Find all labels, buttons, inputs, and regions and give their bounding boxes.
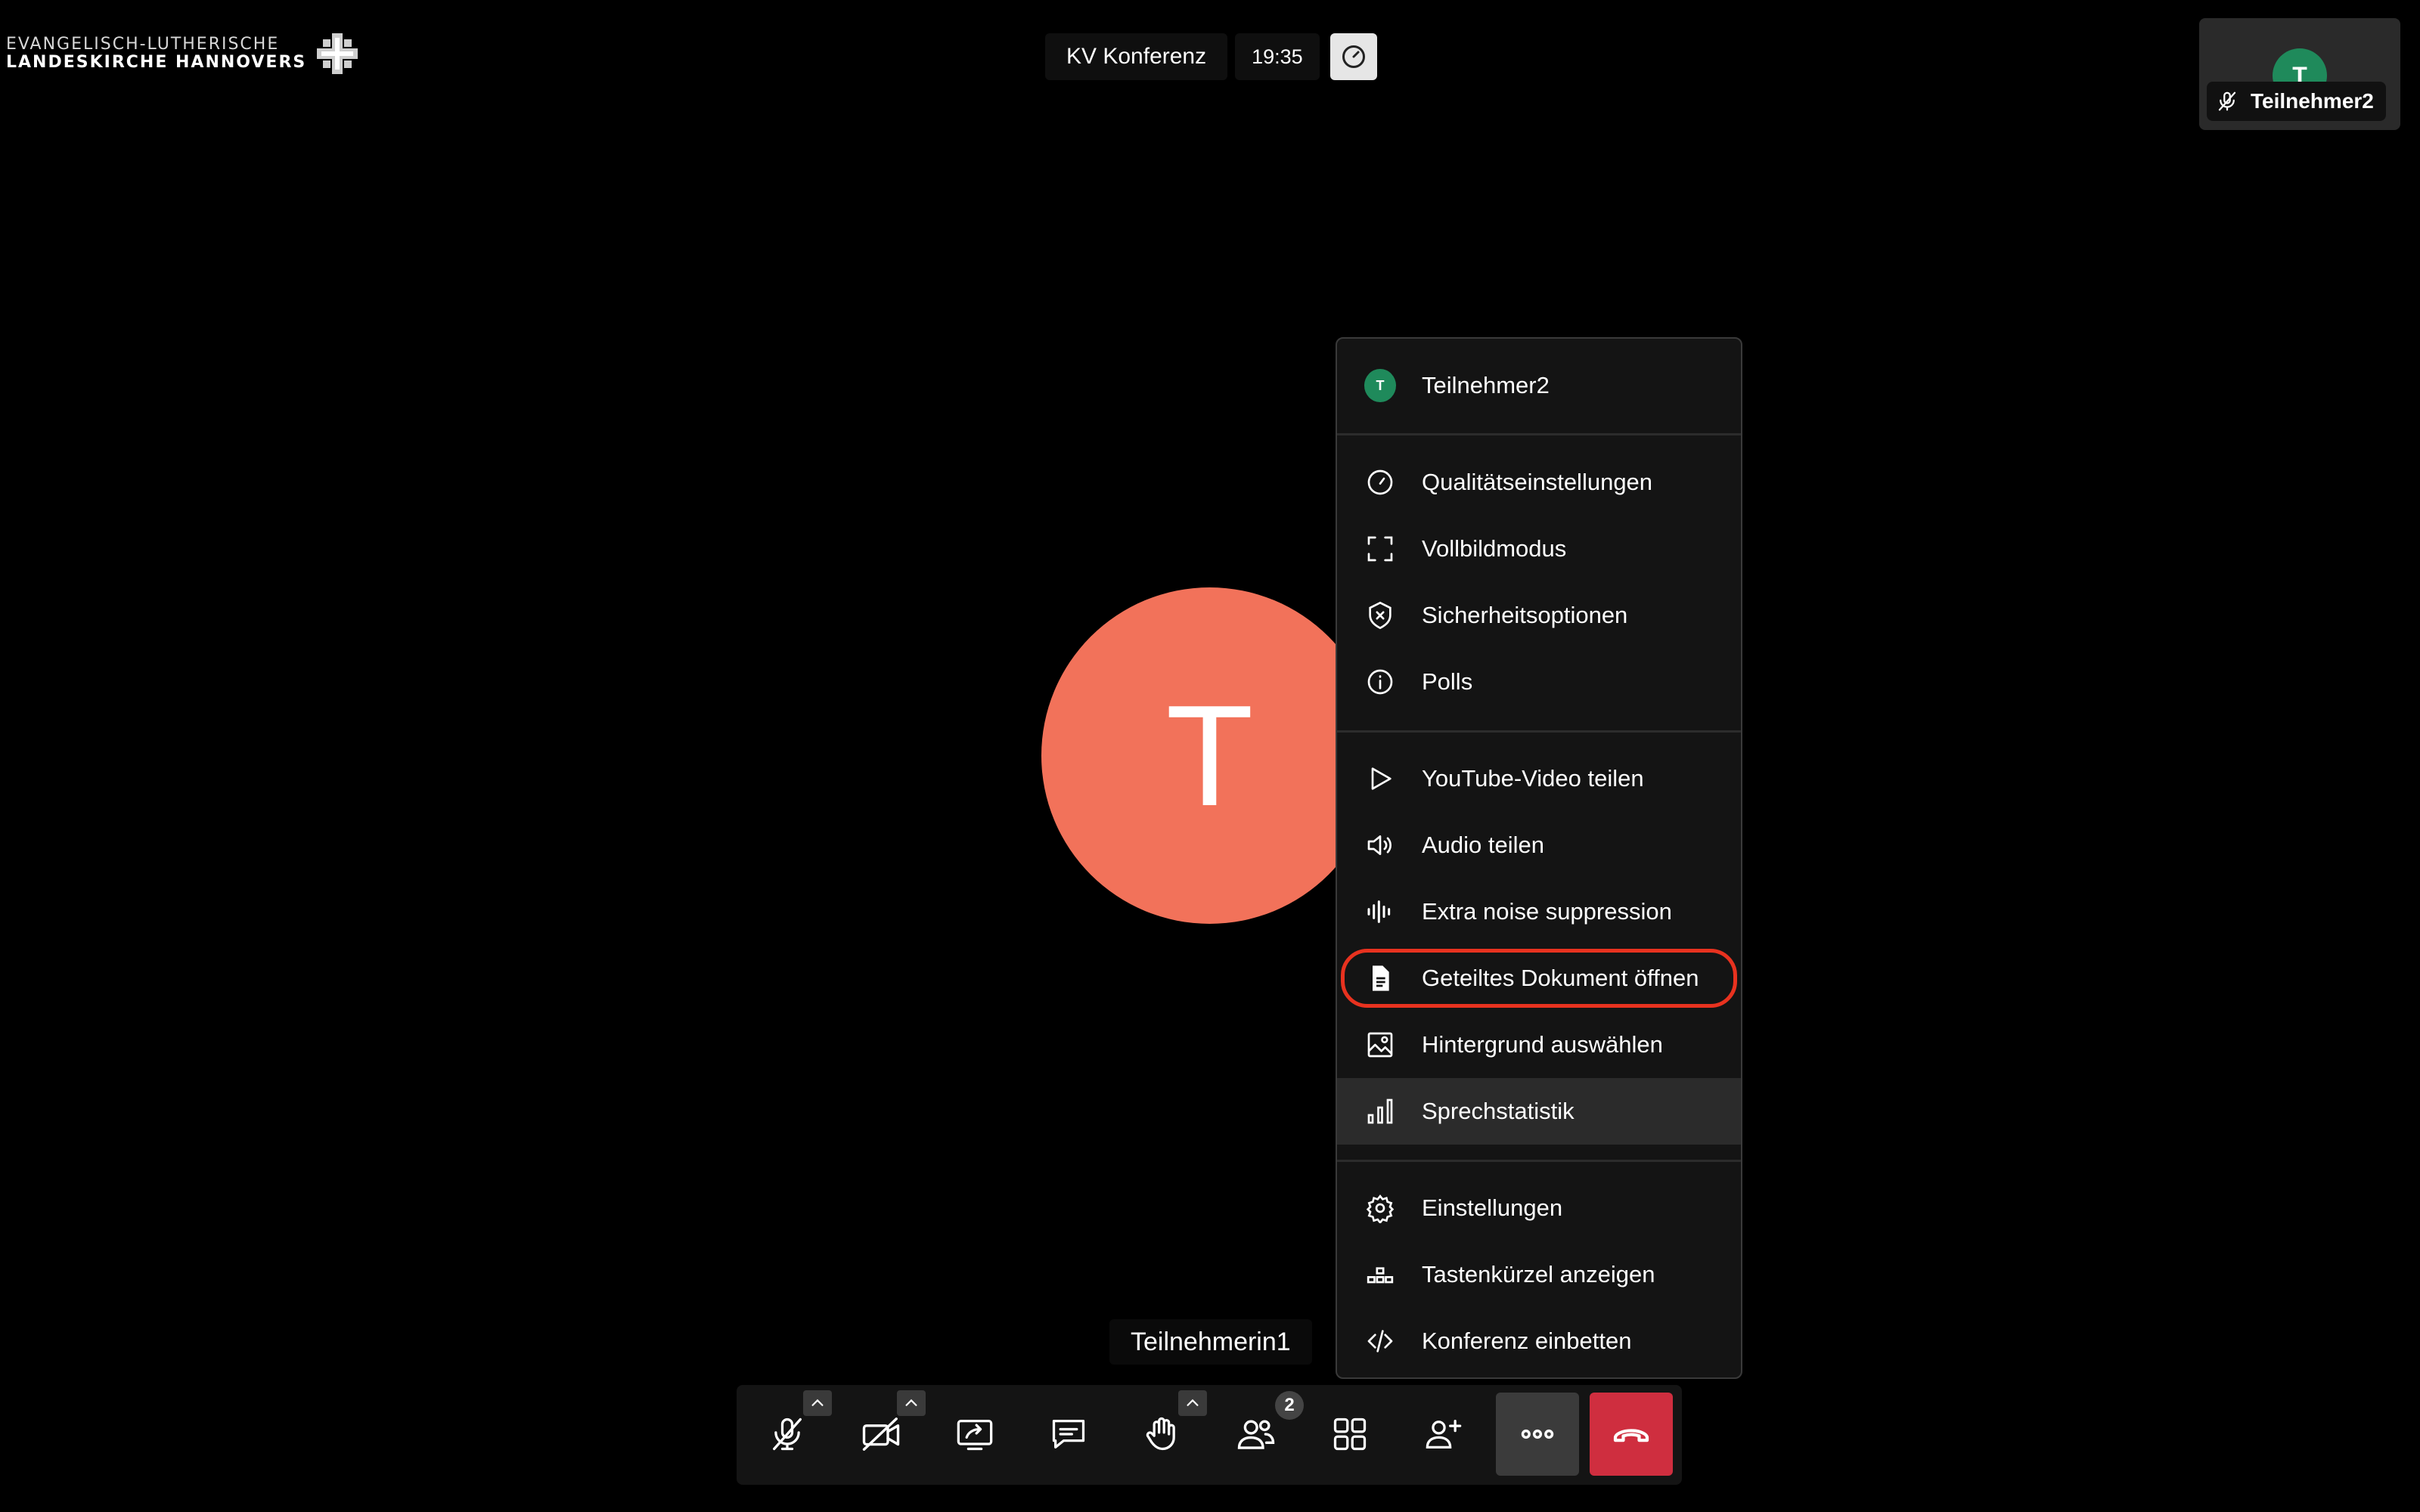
menu-item-open-shared-document[interactable]: Geteiltes Dokument öffnen — [1337, 945, 1741, 1012]
menu-item-label: Sicherheitsoptionen — [1422, 602, 1628, 628]
main-participant-name: Teilnehmerin1 — [1109, 1319, 1312, 1365]
participants-icon — [1237, 1420, 1275, 1449]
menu-item-label: Geteiltes Dokument öffnen — [1422, 965, 1699, 991]
logo-line2: LANDESKIRCHE HANNOVERS — [6, 53, 307, 72]
menu-item-label: YouTube-Video teilen — [1422, 765, 1644, 792]
menu-item-keyboard-shortcuts[interactable]: Tastenkürzel anzeigen — [1337, 1241, 1741, 1308]
chat-icon — [1052, 1420, 1085, 1448]
conference-header: KV Konferenz 19:35 — [1045, 33, 1377, 80]
gear-icon — [1366, 1194, 1395, 1223]
connection-quality-button[interactable] — [1329, 33, 1377, 80]
menu-item-speaker-stats[interactable]: Sprechstatistik — [1337, 1078, 1741, 1145]
shield-icon — [1369, 601, 1392, 630]
menu-item-settings[interactable]: Einstellungen — [1337, 1175, 1741, 1241]
thumbnail-name-label: Teilnehmer2 — [2207, 82, 2386, 121]
chat-button[interactable] — [1027, 1393, 1110, 1476]
tile-view-button[interactable] — [1308, 1393, 1392, 1476]
chevron-up-icon — [811, 1399, 824, 1406]
waveform-icon — [1367, 900, 1391, 923]
menu-item-label: Extra noise suppression — [1422, 898, 1672, 925]
menu-participant-profile[interactable]: T Teilnehmer2 — [1337, 352, 1741, 419]
fullscreen-icon — [1367, 536, 1393, 562]
menu-item-embed-conference[interactable]: Konferenz einbetten — [1337, 1308, 1741, 1374]
hang-up-icon — [1613, 1429, 1649, 1442]
menu-item-label: Tastenkürzel anzeigen — [1422, 1261, 1655, 1287]
mic-muted-icon — [773, 1418, 802, 1451]
conference-toolbar: 2 — [737, 1385, 1682, 1485]
grid-icon — [1333, 1418, 1367, 1451]
audio-options-toggle[interactable] — [803, 1390, 832, 1416]
more-actions-menu: T Teilnehmer2 Qualitätseinstellungen Vol… — [1336, 337, 1742, 1379]
video-options-toggle[interactable] — [897, 1390, 926, 1416]
menu-item-quality-settings[interactable]: Qualitätseinstellungen — [1337, 449, 1741, 516]
menu-item-label: Qualitätseinstellungen — [1422, 469, 1653, 495]
menu-item-noise-suppression[interactable]: Extra noise suppression — [1337, 878, 1741, 945]
menu-item-label: Polls — [1422, 668, 1473, 695]
menu-divider — [1337, 1160, 1741, 1162]
play-icon — [1371, 767, 1392, 790]
chevron-up-icon — [1187, 1399, 1199, 1406]
avatar: T — [1364, 369, 1396, 402]
screen-share-button[interactable] — [933, 1393, 1016, 1476]
add-user-icon — [1426, 1420, 1462, 1448]
participant-thumbnail[interactable]: T Teilnehmer2 — [2199, 18, 2400, 130]
menu-item-select-background[interactable]: Hintergrund auswählen — [1337, 1012, 1741, 1078]
conference-timer: 19:35 — [1235, 33, 1320, 80]
conference-title: KV Konferenz — [1045, 33, 1228, 80]
leave-meeting-button[interactable] — [1590, 1393, 1673, 1476]
hand-icon — [1146, 1417, 1175, 1451]
menu-divider — [1337, 433, 1741, 435]
participants-count-badge: 2 — [1275, 1391, 1304, 1420]
menu-item-label: Hintergrund auswählen — [1422, 1031, 1663, 1058]
logo-line1: EVANGELISCH-LUTHERISCHE — [6, 35, 280, 54]
bar-chart-icon — [1367, 1098, 1393, 1124]
main-participant-avatar: T — [1041, 587, 1378, 924]
reactions-options-toggle[interactable] — [1178, 1390, 1207, 1416]
menu-item-polls[interactable]: Polls — [1337, 649, 1741, 715]
menu-item-security-options[interactable]: Sicherheitsoptionen — [1337, 582, 1741, 649]
gauge-icon — [1342, 45, 1365, 68]
info-icon — [1367, 669, 1393, 695]
screen-share-icon — [957, 1420, 993, 1451]
chevron-up-icon — [905, 1399, 917, 1406]
speaker-icon — [1367, 835, 1392, 855]
gauge-icon — [1367, 469, 1393, 495]
more-dots-icon — [1521, 1429, 1554, 1439]
menu-divider — [1337, 730, 1741, 733]
mic-muted-icon — [2218, 91, 2236, 111]
menu-item-share-youtube[interactable]: YouTube-Video teilen — [1337, 745, 1741, 812]
menu-item-label: Vollbildmodus — [1422, 535, 1567, 562]
image-icon — [1367, 1032, 1393, 1058]
logo-text: EVANGELISCH-LUTHERISCHE LANDESKIRCHE HAN… — [6, 36, 306, 72]
menu-item-label: Konferenz einbetten — [1422, 1328, 1632, 1354]
document-icon — [1373, 965, 1389, 991]
code-icon — [1367, 1330, 1393, 1352]
camera-off-icon — [862, 1418, 900, 1451]
menu-item-label: Sprechstatistik — [1422, 1098, 1575, 1124]
church-logo: EVANGELISCH-LUTHERISCHE LANDESKIRCHE HAN… — [6, 32, 359, 76]
more-actions-button[interactable] — [1496, 1393, 1579, 1476]
menu-item-label: Einstellungen — [1422, 1194, 1563, 1221]
keyboard-icon — [1367, 1267, 1394, 1284]
menu-item-share-audio[interactable]: Audio teilen — [1337, 812, 1741, 878]
invite-people-button[interactable] — [1402, 1393, 1485, 1476]
menu-item-fullscreen[interactable]: Vollbildmodus — [1337, 516, 1741, 582]
cross-logo-icon — [317, 33, 358, 74]
thumbnail-name: Teilnehmer2 — [2251, 89, 2374, 113]
menu-item-label: Audio teilen — [1422, 832, 1545, 858]
menu-participant-name: Teilnehmer2 — [1422, 372, 1550, 398]
